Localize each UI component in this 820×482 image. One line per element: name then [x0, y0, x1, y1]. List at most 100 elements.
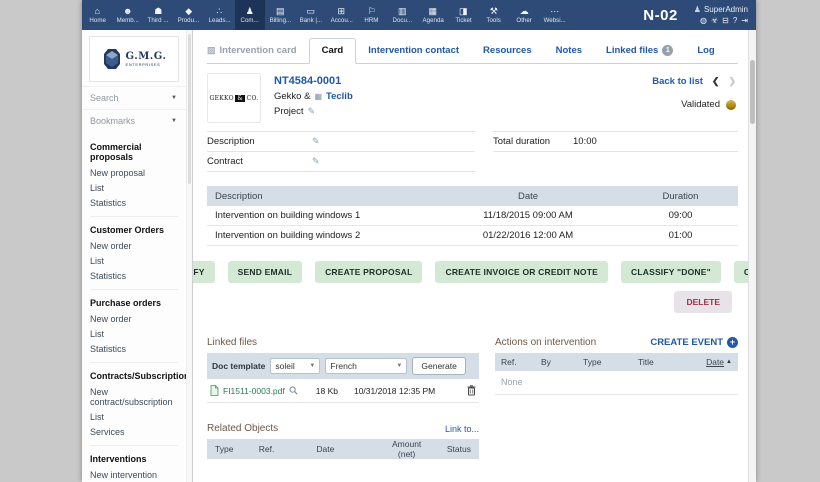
modify-button[interactable]: MODIFY — [193, 261, 215, 283]
header-by[interactable]: By — [541, 357, 583, 367]
thirdparty-photo[interactable]: GEKKO & CO. — [207, 73, 261, 123]
menu-home[interactable]: ⌂ Home — [82, 0, 113, 30]
tab-linked-files[interactable]: Linked files 1 — [594, 39, 685, 63]
tab-log[interactable]: Log — [685, 39, 726, 63]
sidebar-item-services[interactable]: Services — [90, 424, 186, 439]
menu-thirdparties[interactable]: ☗ Third ... — [143, 0, 174, 30]
menu-commercial[interactable]: ♟ Com... — [235, 0, 266, 30]
sidebar-item-contract-list[interactable]: List — [90, 409, 186, 424]
sidebar-item-new-proposal[interactable]: New proposal — [90, 165, 186, 180]
virus-icon[interactable]: ☣ — [711, 16, 718, 25]
company-logo: G.M.G. ENTERPRISES — [89, 36, 179, 82]
sidebar-item-purchase-order-statistics[interactable]: Statistics — [90, 341, 186, 356]
menu-agenda[interactable]: ▦ Agenda — [418, 0, 449, 30]
header-description: Description — [207, 191, 433, 202]
user-row[interactable]: ♟ SuperAdmin — [694, 5, 748, 14]
section-commercial-proposals: Commercial proposals — [90, 142, 186, 162]
website-icon: ⋯ — [550, 6, 559, 16]
template-select[interactable]: soleil ▼ — [270, 358, 320, 374]
edit-project-icon[interactable]: ✎ — [308, 106, 316, 117]
back-to-list-link[interactable]: Back to list — [652, 76, 703, 87]
thirdparty-link[interactable]: Teclib — [326, 91, 353, 102]
sidebar-item-new-order[interactable]: New order — [90, 238, 186, 253]
create-proposal-button[interactable]: CREATE PROPOSAL — [315, 261, 422, 283]
link-to-link[interactable]: Link to... — [445, 424, 479, 434]
user-quick-icons: ◍ ☣ ⊟ ? ⇥ — [700, 16, 748, 25]
sort-asc-icon: ▲ — [726, 359, 732, 365]
sidebar-item-proposal-statistics[interactable]: Statistics — [90, 195, 186, 210]
sidebar-item-proposal-list[interactable]: List — [90, 180, 186, 195]
clone-button[interactable]: CLONE — [734, 261, 748, 283]
printer-icon[interactable]: ⊟ — [722, 16, 729, 25]
menu-label: Leads... — [208, 17, 230, 24]
edit-contract-icon[interactable]: ✎ — [312, 156, 320, 167]
sidebar-item-new-intervention[interactable]: New intervention — [90, 467, 186, 482]
logout-icon[interactable]: ⇥ — [741, 16, 748, 25]
section-contracts: Contracts/Subscriptions — [90, 371, 186, 381]
create-event-link[interactable]: CREATE EVENT + — [650, 337, 738, 348]
sidebar-scrollbar-thumb[interactable] — [188, 34, 191, 184]
tab-resources[interactable]: Resources — [471, 39, 544, 63]
sidebar-item-order-list[interactable]: List — [90, 253, 186, 268]
section-interventions: Interventions — [90, 454, 186, 464]
table-row[interactable]: Intervention on building windows 1 11/18… — [207, 206, 738, 226]
classify-done-button[interactable]: CLASSIFY "DONE" — [621, 261, 721, 283]
accounting-icon: ⊞ — [337, 6, 345, 16]
total-duration-label: Total duration — [493, 136, 573, 147]
help-icon[interactable]: ? — [733, 16, 737, 25]
delete-file-icon[interactable] — [467, 385, 476, 396]
menu-tools[interactable]: ⚒ Tools — [479, 0, 510, 30]
create-invoice-button[interactable]: CREATE INVOICE OR CREDIT NOTE — [435, 261, 608, 283]
menu-documents[interactable]: ▥ Docu... — [387, 0, 418, 30]
status-row: Validated — [681, 99, 736, 110]
menu-bank[interactable]: ▭ Bank |... — [296, 0, 327, 30]
menu-billing[interactable]: ▤ Billing... — [265, 0, 296, 30]
tab-card[interactable]: Card — [309, 38, 357, 64]
action-buttons-row: MODIFY SEND EMAIL CREATE PROPOSAL CREATE… — [207, 261, 738, 283]
preview-icon[interactable] — [289, 386, 298, 395]
main-scrollbar-thumb[interactable] — [750, 60, 755, 124]
menu-accounting[interactable]: ⊞ Accou... — [326, 0, 357, 30]
sidebar-scrollbar[interactable] — [186, 30, 193, 482]
status-label: Validated — [681, 99, 720, 110]
menu-members[interactable]: ☻ Memb... — [113, 0, 144, 30]
edit-description-icon[interactable]: ✎ — [312, 136, 320, 147]
tab-notes[interactable]: Notes — [544, 39, 594, 63]
menu-ticket[interactable]: ◨ Ticket — [448, 0, 479, 30]
menu-website[interactable]: ⋯ Websi... — [540, 0, 571, 30]
globe-icon[interactable]: ◍ — [700, 16, 707, 25]
actions-header-row: Ref. By Type Title Date ▲ — [495, 353, 738, 371]
logo-right-text: CO. — [247, 95, 259, 102]
menu-label: Other — [517, 17, 532, 24]
header-type[interactable]: Type — [583, 357, 638, 367]
sidebar-item-purchase-order-list[interactable]: List — [90, 326, 186, 341]
lower-left-column: Linked files Doc template soleil ▼ Frenc… — [207, 337, 479, 459]
generate-button[interactable]: Generate — [412, 357, 465, 375]
menu-label: Produ... — [178, 17, 200, 24]
search-dropdown[interactable]: Search ▼ — [82, 86, 186, 109]
menu-products[interactable]: ◆ Produ... — [174, 0, 205, 30]
menu-label: Com... — [241, 17, 259, 24]
send-email-button[interactable]: SEND EMAIL — [228, 261, 302, 283]
header-ref[interactable]: Ref. — [501, 357, 541, 367]
sidebar-item-new-purchase-order[interactable]: New order — [90, 311, 186, 326]
menu-leads[interactable]: ∴ Leads... — [204, 0, 235, 30]
delete-button[interactable]: DELETE — [674, 291, 732, 313]
menu-label: Billing... — [269, 17, 291, 24]
sidebar-item-new-contract[interactable]: New contract/subscription — [90, 384, 186, 409]
object-ref: NT4584-0001 — [274, 75, 353, 87]
menu-other[interactable]: ☁ Other — [509, 0, 540, 30]
language-select[interactable]: French ▼ — [325, 358, 407, 374]
header-date-sorted[interactable]: Date ▲ — [686, 357, 732, 367]
sidebar-item-order-statistics[interactable]: Statistics — [90, 268, 186, 283]
main-scrollbar[interactable] — [748, 30, 756, 482]
header-title[interactable]: Title — [638, 357, 686, 367]
tab-intervention-contact[interactable]: Intervention contact — [356, 39, 471, 63]
bookmarks-dropdown[interactable]: Bookmarks ▼ — [82, 109, 186, 132]
previous-record-icon[interactable]: ❮ — [712, 76, 720, 87]
menu-hrm[interactable]: ⚐ HRM — [357, 0, 388, 30]
table-row[interactable]: Intervention on building windows 2 01/22… — [207, 226, 738, 246]
object-type-label: ▨ Intervention card — [207, 45, 309, 63]
building-icon: ▦ — [314, 92, 322, 101]
file-link[interactable]: FI1511-0003.pdf — [223, 386, 285, 396]
